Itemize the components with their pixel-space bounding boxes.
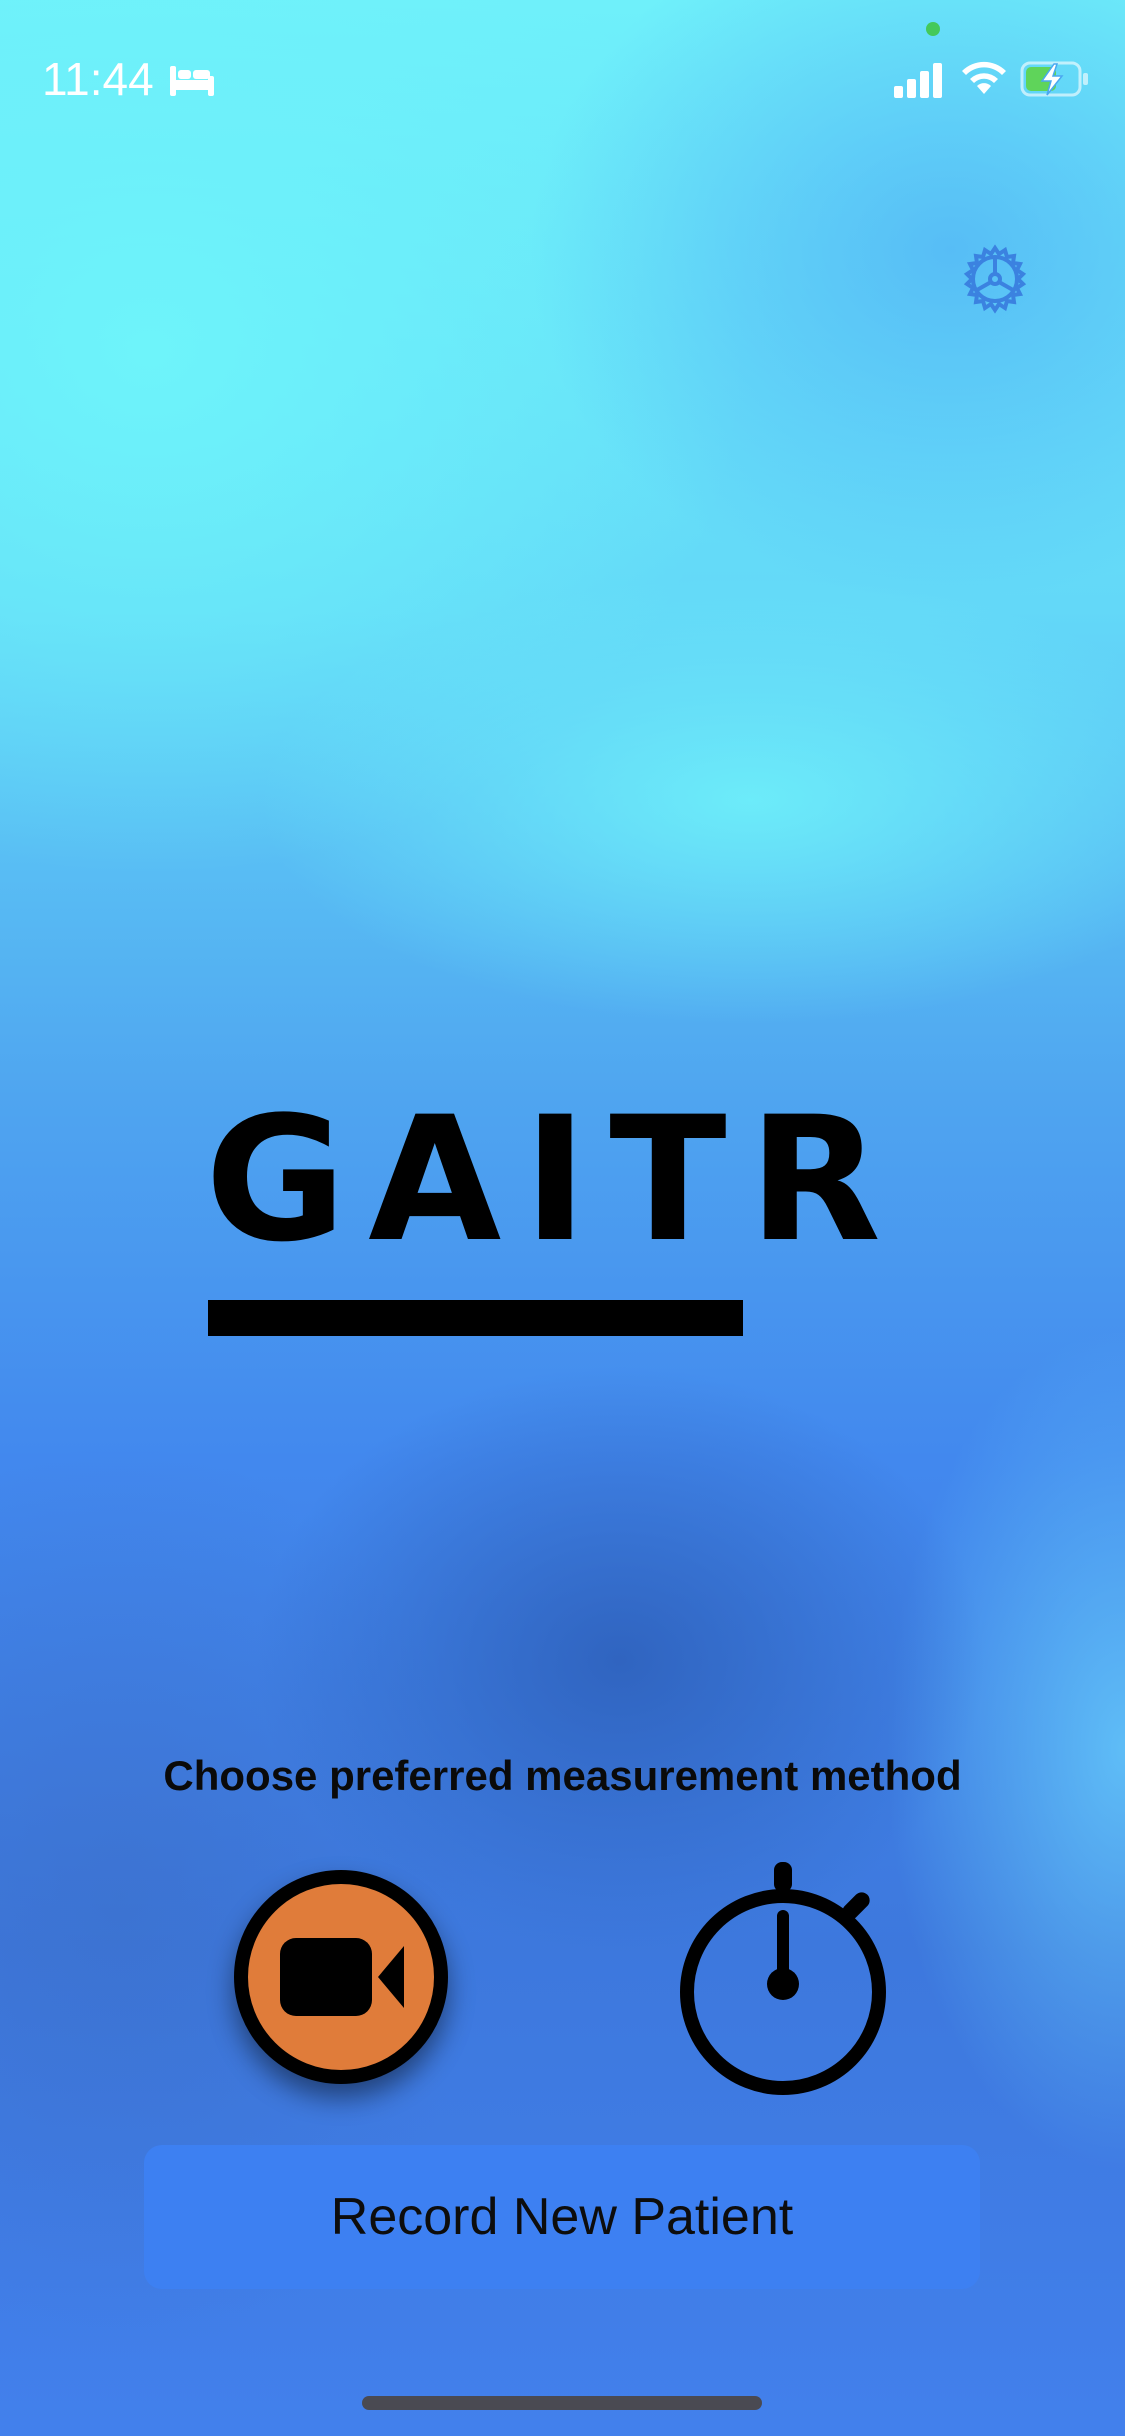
battery-charging-icon <box>1020 61 1088 97</box>
stopwatch-icon <box>680 1862 886 2095</box>
gear-icon <box>963 244 1027 314</box>
logo-underline <box>208 1300 743 1336</box>
bed-icon <box>170 66 214 96</box>
status-bar: 11:44 <box>0 0 1125 140</box>
stopwatch-method-button[interactable] <box>676 1856 896 2096</box>
settings-button[interactable] <box>958 242 1032 316</box>
camera-indicator-dot <box>926 22 940 36</box>
signal-icon <box>894 63 942 98</box>
video-camera-icon <box>280 1938 404 2016</box>
wifi-icon <box>962 61 1006 94</box>
logo-text: GAITR <box>205 1079 904 1280</box>
app-logo: GAITR <box>205 1079 915 1340</box>
video-method-button[interactable] <box>234 1870 448 2084</box>
home-indicator[interactable] <box>362 2396 762 2410</box>
record-new-patient-button[interactable]: Record New Patient <box>144 2145 980 2289</box>
measurement-method-prompt: Choose preferred measurement method <box>163 1752 962 1799</box>
status-time: 11:44 <box>42 53 154 105</box>
